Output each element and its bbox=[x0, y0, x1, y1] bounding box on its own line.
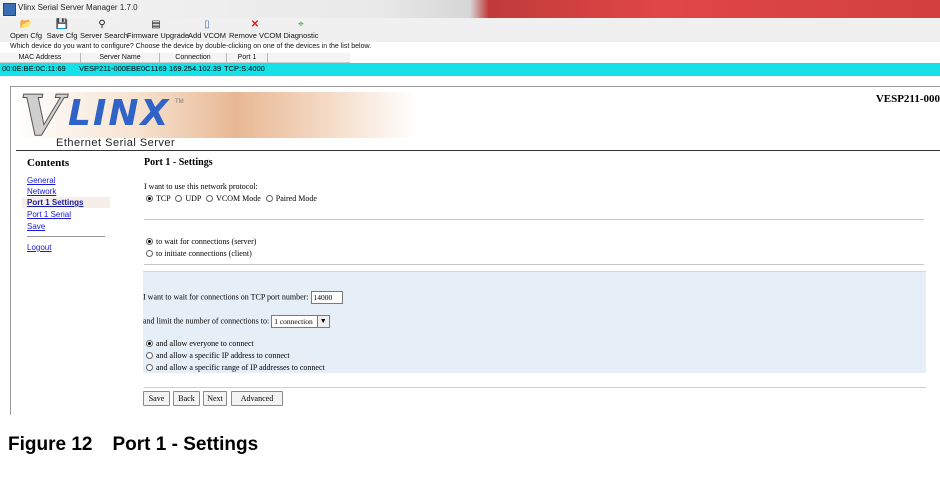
buttons-divider bbox=[144, 387, 926, 388]
page-title: Port 1 - Settings bbox=[144, 157, 213, 168]
port-row: I want to wait for connections on TCP po… bbox=[143, 291, 343, 304]
logo-tm: TM bbox=[175, 99, 184, 105]
back-button[interactable]: Back bbox=[173, 391, 200, 406]
mode-client-option[interactable]: to initiate connections (client) bbox=[146, 249, 252, 258]
add-vcom-icon: ▯ bbox=[204, 19, 210, 30]
remove-vcom-button[interactable]: ✕ Remove VCOM bbox=[229, 18, 282, 42]
port-label: I want to wait for connections on TCP po… bbox=[143, 292, 309, 302]
figure-caption: Figure 12 Port 1 - Settings bbox=[8, 434, 258, 456]
diagnostic-icon: ⌖ bbox=[298, 19, 304, 30]
column-server-name[interactable]: Server Name bbox=[81, 53, 160, 62]
device-connection: 169.254.102.39 bbox=[169, 64, 222, 73]
sidebar-item-save[interactable]: Save bbox=[27, 222, 45, 231]
diagnostic-button[interactable]: ⌖ Diagnostic bbox=[283, 18, 319, 42]
open-cfg-button[interactable]: 📂 Open Cfg bbox=[10, 18, 42, 42]
radio-selected-icon bbox=[146, 340, 153, 347]
column-port-1[interactable]: Port 1 bbox=[227, 53, 268, 62]
column-mac-address[interactable]: MAC Address bbox=[0, 53, 81, 62]
firmware-upgrade-button[interactable]: ▤ Firmware Upgrade bbox=[127, 18, 189, 42]
search-icon: ⚲ bbox=[98, 19, 106, 30]
device-row[interactable]: 00:0E:BE:0C:11:69 VESP211-000EBE0C1169 1… bbox=[0, 63, 940, 76]
sidebar-divider bbox=[27, 236, 105, 237]
chevron-down-icon: ▼ bbox=[316, 316, 329, 327]
firmware-upgrade-icon: ▤ bbox=[151, 19, 161, 30]
window-title: Vlinx Serial Server Manager 1.7.0 bbox=[18, 3, 138, 12]
radio-icon bbox=[206, 195, 214, 202]
save-cfg-button[interactable]: 💾 Save Cfg bbox=[46, 18, 78, 42]
device-hint: Which device do you want to configure? C… bbox=[10, 43, 372, 50]
save-button[interactable]: Save bbox=[143, 391, 170, 406]
sidebar-item-network[interactable]: Network bbox=[27, 187, 56, 196]
column-connection[interactable]: Connection bbox=[160, 53, 227, 62]
limit-label: and limit the number of connections to: bbox=[143, 316, 270, 326]
remove-vcom-icon: ✕ bbox=[250, 19, 260, 30]
radio-selected-icon bbox=[146, 195, 153, 202]
sidebar-item-logout[interactable]: Logout bbox=[27, 243, 51, 252]
radio-icon bbox=[146, 250, 153, 257]
section-divider bbox=[144, 219, 924, 220]
server-search-button[interactable]: ⚲ Server Search bbox=[80, 18, 128, 42]
sidebar-item-general[interactable]: General bbox=[27, 176, 55, 185]
toolbar: 📂 Open Cfg 💾 Save Cfg ⚲ Server Search ▤ … bbox=[0, 18, 940, 42]
port-number-input[interactable]: 14000 bbox=[310, 291, 343, 304]
logo-subtitle: Ethernet Serial Server bbox=[56, 137, 176, 149]
radio-selected-icon bbox=[146, 238, 153, 245]
protocol-radio-group: TCP UDP VCOM Mode Paired Mode bbox=[146, 194, 317, 203]
sidebar-title: Contents bbox=[27, 157, 70, 169]
sidebar-item-port-1-settings[interactable]: Port 1 Settings bbox=[27, 198, 83, 207]
connection-limit-select[interactable]: 1 connection ▼ bbox=[271, 315, 330, 328]
device-list-header: MAC Address Server Name Connection Port … bbox=[0, 53, 350, 63]
protocol-vcom-mode[interactable]: VCOM Mode bbox=[206, 194, 261, 203]
protocol-paired-mode[interactable]: Paired Mode bbox=[265, 194, 317, 203]
next-button[interactable]: Next bbox=[203, 391, 227, 406]
save-icon: 💾 bbox=[55, 19, 69, 30]
sidebar-item-port-1-serial[interactable]: Port 1 Serial bbox=[27, 210, 71, 219]
add-vcom-button[interactable]: ▯ Add VCOM bbox=[188, 18, 226, 42]
section-divider bbox=[144, 264, 924, 265]
device-mac: 00:0E:BE:0C:11:69 bbox=[2, 64, 66, 73]
radio-icon bbox=[146, 352, 153, 359]
figure-number: Figure 12 bbox=[8, 434, 93, 455]
window-title-bar: Vlinx Serial Server Manager 1.7.0 bbox=[0, 0, 940, 18]
mode-server-option[interactable]: to wait for connections (server) bbox=[146, 237, 256, 246]
protocol-prompt: I want to use this network protocol: bbox=[144, 182, 258, 191]
folder-open-icon: 📂 bbox=[19, 19, 33, 30]
allow-everyone-option[interactable]: and allow everyone to connect bbox=[146, 339, 254, 348]
banner-divider bbox=[16, 150, 940, 151]
product-name: VESP211-000 bbox=[875, 93, 940, 105]
logo-v: V bbox=[19, 83, 64, 149]
figure-title: Port 1 - Settings bbox=[112, 434, 259, 455]
allow-specific-ip-option[interactable]: and allow a specific IP address to conne… bbox=[146, 351, 290, 360]
device-server-name: VESP211-000EBE0C1169 bbox=[79, 64, 167, 73]
device-port: TCP:S:4000 bbox=[224, 64, 265, 73]
radio-icon bbox=[146, 364, 153, 371]
allow-ip-range-option[interactable]: and allow a specific range of IP address… bbox=[146, 363, 325, 372]
limit-row: and limit the number of connections to: … bbox=[143, 315, 330, 328]
protocol-udp[interactable]: UDP bbox=[175, 194, 201, 203]
protocol-tcp[interactable]: TCP bbox=[146, 194, 170, 203]
radio-icon bbox=[175, 195, 183, 202]
logo-linx: LINX bbox=[68, 93, 171, 134]
radio-icon bbox=[265, 195, 273, 202]
advanced-button[interactable]: Advanced bbox=[231, 391, 283, 406]
app-icon bbox=[3, 3, 16, 16]
